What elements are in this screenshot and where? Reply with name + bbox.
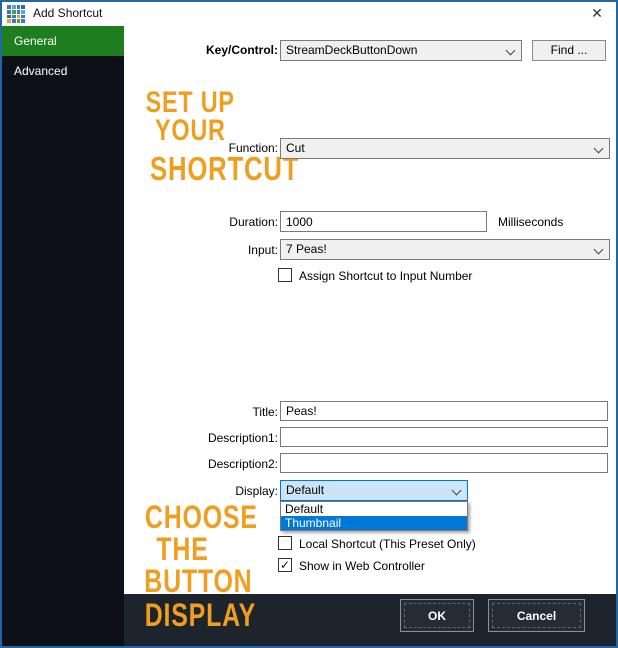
duration-input[interactable] (280, 211, 487, 232)
display-dropdown: Default Thumbnail (280, 501, 468, 531)
description1-input[interactable] (280, 427, 608, 447)
web-controller-label: Show in Web Controller (299, 559, 425, 573)
titlebar: Add Shortcut ✕ (2, 2, 616, 26)
milliseconds-label: Milliseconds (498, 215, 563, 229)
chevron-down-icon (452, 486, 462, 496)
sidebar-item-general[interactable]: General (2, 26, 124, 56)
display-label: Display: (152, 484, 278, 498)
key-control-value: StreamDeckButtonDown (286, 43, 417, 57)
chevron-down-icon (506, 46, 516, 56)
sidebar-item-advanced[interactable]: Advanced (2, 56, 124, 86)
description2-input[interactable] (280, 453, 608, 473)
assign-shortcut-label: Assign Shortcut to Input Number (299, 269, 472, 283)
description1-label: Description1: (152, 431, 278, 445)
title-input[interactable] (280, 401, 608, 421)
chevron-down-icon (594, 144, 604, 154)
find-button[interactable]: Find ... (532, 40, 606, 61)
input-select[interactable]: 7 Peas! (280, 239, 610, 260)
ok-button[interactable]: OK (400, 599, 474, 632)
key-control-label: Key/Control: (152, 43, 278, 57)
display-option-thumbnail[interactable]: Thumbnail (281, 516, 467, 530)
cancel-button[interactable]: Cancel (488, 599, 585, 632)
app-icon (7, 5, 25, 23)
function-label: Function: (152, 141, 278, 155)
check-icon: ✓ (280, 558, 290, 572)
function-select[interactable]: Cut (280, 138, 610, 159)
key-control-select[interactable]: StreamDeckButtonDown (280, 40, 522, 61)
input-value: 7 Peas! (286, 242, 327, 256)
chevron-down-icon (594, 245, 604, 255)
duration-label: Duration: (152, 215, 278, 229)
function-value: Cut (286, 141, 305, 155)
sidebar: General Advanced (2, 26, 124, 646)
display-select[interactable]: Default (280, 480, 468, 501)
local-shortcut-label: Local Shortcut (This Preset Only) (299, 537, 476, 551)
input-label: Input: (152, 243, 278, 257)
display-option-default[interactable]: Default (281, 502, 467, 516)
title-label: Title: (152, 405, 278, 419)
description2-label: Description2: (152, 457, 278, 471)
display-value: Default (286, 483, 324, 497)
footer-bar: OK Cancel (124, 594, 616, 646)
close-icon[interactable]: ✕ (582, 2, 612, 24)
add-shortcut-dialog: Add Shortcut ✕ General Advanced Key/Cont… (0, 0, 618, 648)
local-shortcut-checkbox[interactable] (278, 536, 292, 550)
assign-shortcut-checkbox[interactable] (278, 268, 292, 282)
web-controller-checkbox[interactable]: ✓ (278, 558, 292, 572)
window-title: Add Shortcut (33, 6, 102, 20)
